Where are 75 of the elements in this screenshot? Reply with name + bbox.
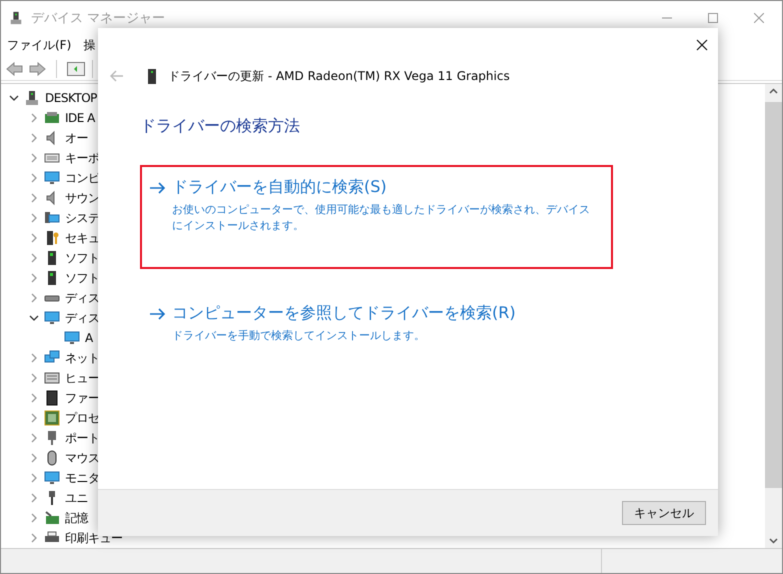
tree-item[interactable]: 記憶: [65, 510, 88, 527]
expand-chevron-icon[interactable]: [29, 153, 39, 164]
tree-item[interactable]: IDE A: [65, 111, 95, 126]
tree-item[interactable]: A: [85, 331, 93, 346]
tree-item[interactable]: システ: [65, 210, 100, 227]
device-icon: [148, 68, 156, 84]
option-title: コンピューターを参照してドライバーを検索(R): [172, 303, 516, 324]
expand-chevron-icon[interactable]: [29, 133, 39, 144]
arrow-icon: [150, 308, 166, 320]
tree-item[interactable]: ネット: [65, 350, 100, 367]
menu-item[interactable]: ファイル(F): [7, 37, 72, 54]
expand-chevron-icon[interactable]: [29, 113, 39, 124]
tree-item[interactable]: オー: [65, 130, 88, 147]
expand-chevron-icon[interactable]: [29, 453, 39, 464]
expand-chevron-icon[interactable]: [29, 253, 39, 264]
expand-chevron-icon[interactable]: [29, 413, 39, 424]
device-icon: [44, 170, 60, 186]
expand-chevron-icon[interactable]: [29, 193, 39, 204]
scroll-up-icon[interactable]: [769, 88, 778, 94]
tree-item[interactable]: 印刷キュー: [65, 530, 122, 547]
tree-item[interactable]: ディス: [65, 310, 100, 327]
tree-item[interactable]: ソフト: [65, 270, 100, 287]
collapse-chevron-icon[interactable]: [29, 313, 39, 324]
tree-item[interactable]: DESKTOP: [45, 91, 97, 106]
maximize-icon[interactable]: [708, 13, 718, 23]
properties-icon[interactable]: [67, 62, 85, 76]
window-title: デバイス マネージャー: [31, 10, 166, 27]
search-option[interactable]: ドライバーを自動的に検索(S) お使いのコンピューターで、使用可能な最も適したドライバーが検索され、デバイスにインストールされます。: [140, 165, 613, 269]
expand-chevron-icon[interactable]: [29, 233, 39, 244]
device-icon: [44, 370, 60, 386]
expand-chevron-icon[interactable]: [29, 173, 39, 184]
tree-item[interactable]: セキュ: [65, 230, 100, 247]
tree-item[interactable]: プロセ: [65, 410, 100, 427]
close-icon[interactable]: [696, 39, 708, 51]
device-icon: [44, 470, 60, 486]
option-description: お使いのコンピューターで、使用可能な最も適したドライバーが検索され、デバイスにインストールされます。: [172, 202, 591, 234]
tree-item[interactable]: ポート: [65, 430, 100, 447]
app-icon: [9, 11, 23, 25]
expand-chevron-icon[interactable]: [29, 353, 39, 364]
tree-item[interactable]: モニタ: [65, 470, 100, 487]
tree-item[interactable]: マウス: [65, 450, 100, 467]
search-option[interactable]: コンピューターを参照してドライバーを検索(R) ドライバーを手動で検索してインストールします。: [140, 291, 613, 395]
scrollbar[interactable]: [765, 84, 782, 548]
device-icon: [44, 510, 60, 526]
expand-chevron-icon[interactable]: [29, 213, 39, 224]
back-arrow-icon[interactable]: [110, 70, 124, 82]
scroll-down-icon[interactable]: [769, 538, 778, 544]
forward-icon[interactable]: [28, 62, 46, 76]
expand-chevron-icon[interactable]: [29, 493, 39, 504]
option-description: ドライバーを手動で検索してインストールします。: [172, 328, 426, 344]
tree-item[interactable]: ソフト: [65, 250, 100, 267]
tree-item[interactable]: ディス: [65, 290, 100, 307]
expand-chevron-icon[interactable]: [29, 513, 39, 524]
page-heading: ドライバーの検索方法: [140, 116, 301, 137]
device-icon: [44, 410, 60, 426]
expand-chevron-icon[interactable]: [29, 393, 39, 404]
device-icon: [44, 390, 60, 406]
arrow-icon: [150, 182, 166, 194]
expand-chevron-icon[interactable]: [29, 533, 39, 544]
tree-item[interactable]: ユニ: [65, 490, 88, 507]
device-icon: [44, 310, 60, 326]
device-icon: [64, 330, 80, 346]
back-icon[interactable]: [6, 62, 24, 76]
expand-chevron-icon[interactable]: [29, 433, 39, 444]
menu-item[interactable]: 操: [83, 37, 96, 54]
device-icon: [44, 230, 60, 246]
option-title: ドライバーを自動的に検索(S): [172, 177, 387, 198]
collapse-chevron-icon[interactable]: [9, 93, 19, 104]
expand-chevron-icon[interactable]: [29, 373, 39, 384]
cancel-button[interactable]: キャンセル: [622, 501, 706, 525]
expand-chevron-icon[interactable]: [29, 473, 39, 484]
dialog-title: ドライバーの更新 - AMD Radeon(TM) RX Vega 11 Graphics: [168, 68, 510, 84]
expand-chevron-icon[interactable]: [29, 273, 39, 284]
expand-chevron-icon[interactable]: [29, 293, 39, 304]
device-icon: [24, 90, 40, 106]
